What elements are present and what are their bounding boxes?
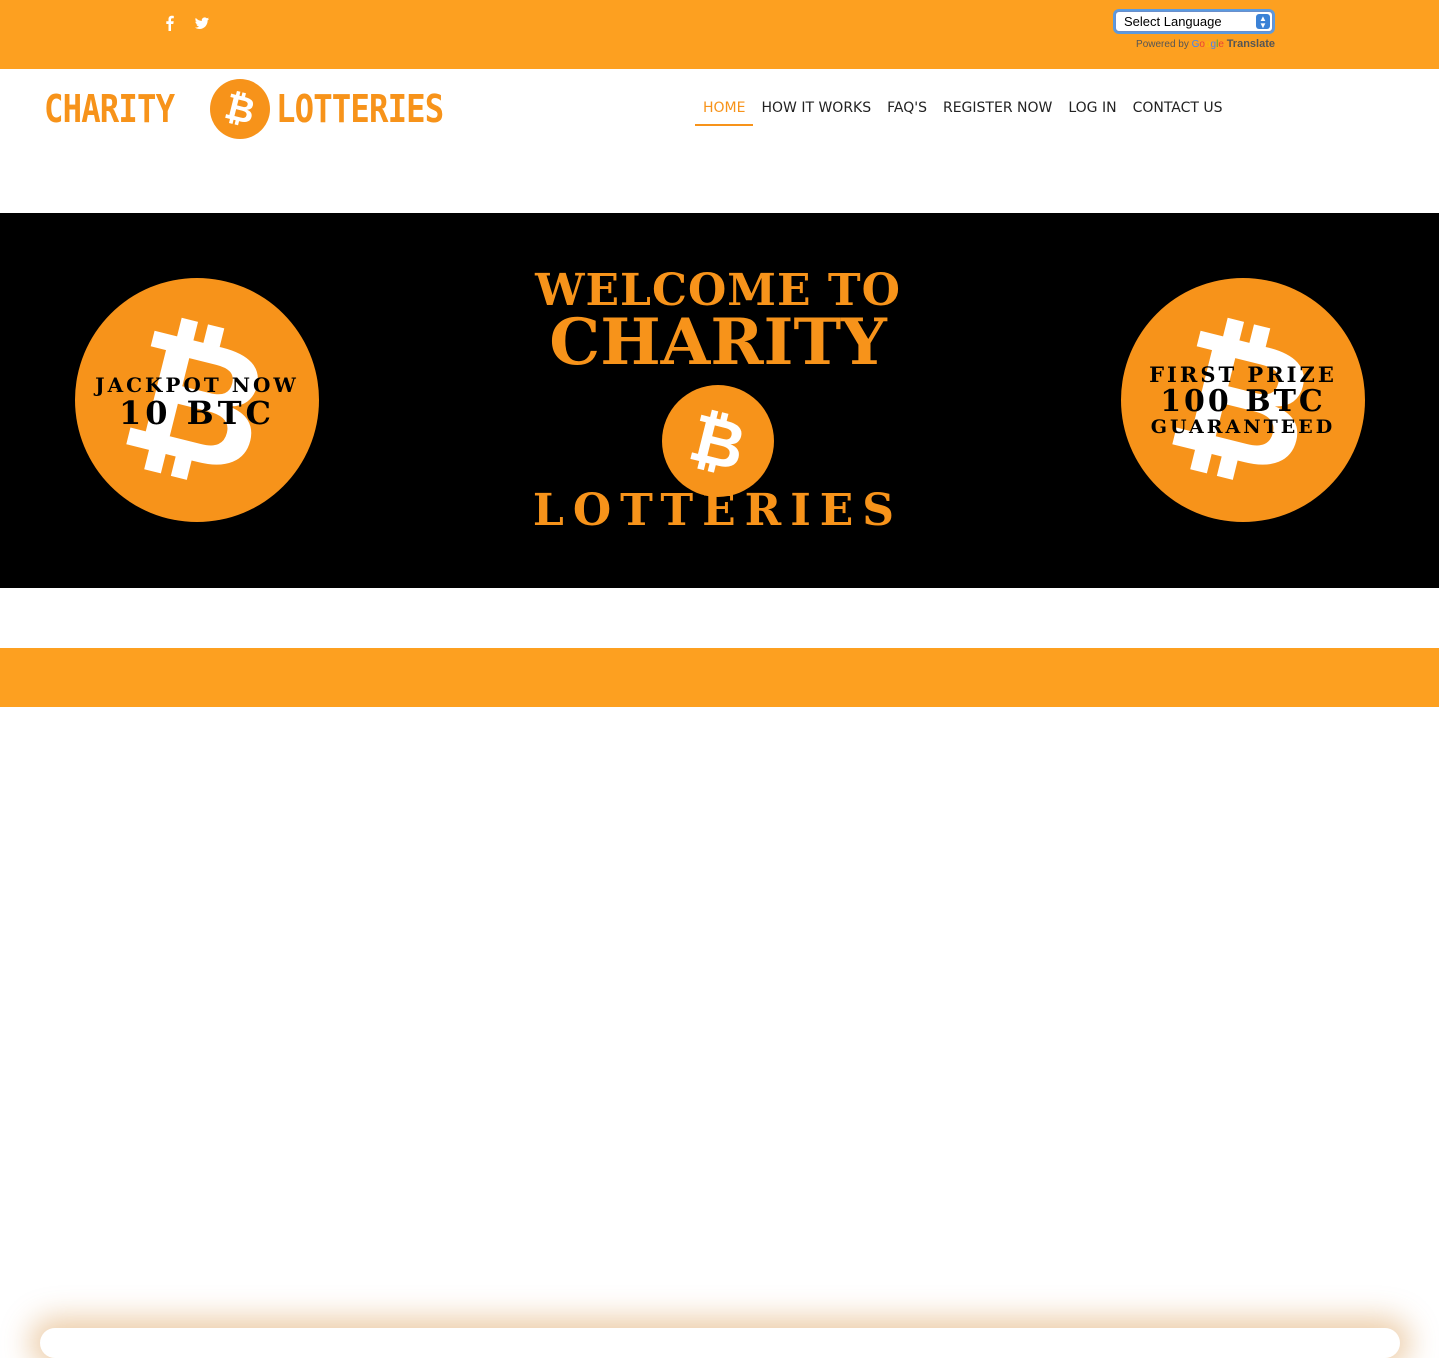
top-bar: Select Language ▲ ▼ Powered by Google Tra… (0, 0, 1439, 69)
nav-contact-us[interactable]: CONTACT US (1125, 98, 1231, 126)
nav-register-now[interactable]: REGISTER NOW (935, 98, 1060, 126)
lotteries-heading: LOTTERIES (532, 485, 904, 536)
first-prize-amount: 100 BTC (1160, 384, 1326, 419)
site-header: CHARITY ₿ LOTTERIES HOME HOW IT WORKS FA… (0, 69, 1439, 213)
bottom-orange-bar (0, 648, 1439, 707)
hero-banner: ₿ JACKPOT NOW 10 BTC WELCOME TO CHARITY … (0, 213, 1439, 588)
twitter-icon[interactable] (194, 14, 210, 32)
nav-home[interactable]: HOME (695, 98, 754, 126)
nav-log-in[interactable]: LOG IN (1060, 98, 1124, 126)
nav-how-it-works[interactable]: HOW IT WORKS (753, 98, 879, 126)
social-links (162, 14, 210, 32)
first-prize-bitcoin-badge: ₿ FIRST PRIZE 100 BTC GUARANTEED (1121, 278, 1365, 522)
logo-text-charity: CHARITY (44, 87, 175, 131)
google-translate-widget: Select Language ▲ ▼ Powered by Google Tra… (1115, 11, 1275, 50)
center-bitcoin-icon: ₿ (662, 385, 774, 497)
nav-faqs[interactable]: FAQ'S (879, 98, 935, 126)
guaranteed-label: GUARANTEED (1151, 416, 1335, 438)
jackpot-amount: 10 BTC (119, 394, 275, 432)
facebook-icon[interactable] (162, 14, 178, 32)
bitcoin-logo-icon: ₿ (210, 79, 270, 139)
logo-text-lotteries: LOTTERIES (276, 87, 444, 131)
powered-by-google[interactable]: Powered by Google Translate (1115, 38, 1275, 50)
main-nav: HOME HOW IT WORKS FAQ'S REGISTER NOW LOG… (695, 98, 1231, 126)
jackpot-bitcoin-badge: ₿ JACKPOT NOW 10 BTC (75, 278, 319, 522)
bar-shadow (40, 1328, 1400, 1358)
select-arrows-icon: ▲ ▼ (1256, 14, 1270, 30)
language-select[interactable]: Select Language ▲ ▼ (1115, 11, 1273, 32)
site-logo[interactable]: CHARITY ₿ LOTTERIES (44, 79, 473, 139)
charity-heading: CHARITY (549, 305, 887, 380)
